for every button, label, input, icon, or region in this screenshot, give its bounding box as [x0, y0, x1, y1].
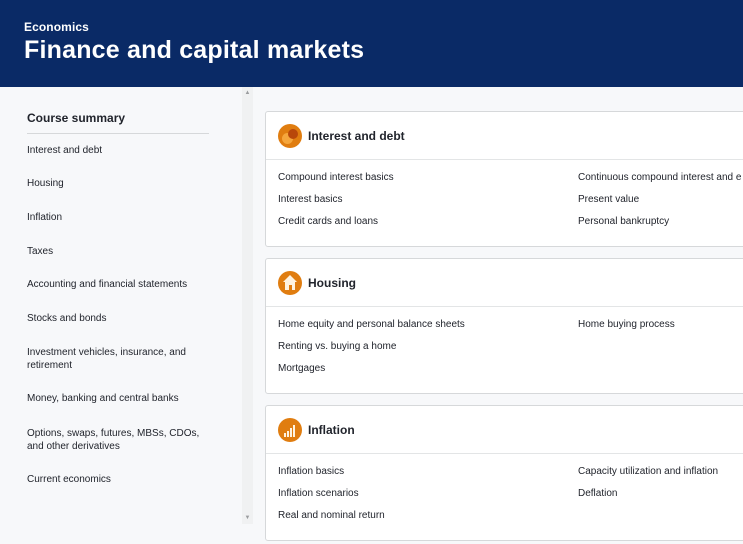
- sidebar-item-inflation[interactable]: Inflation: [27, 211, 217, 224]
- main-content: Interest and debt Compound interest basi…: [253, 87, 743, 544]
- unit-card-inflation: Inflation Inflation basics Inflation sce…: [265, 405, 743, 541]
- lesson-link[interactable]: Deflation: [578, 488, 617, 499]
- lesson-link[interactable]: Present value: [578, 194, 639, 205]
- house-icon: [278, 271, 302, 295]
- unit-title[interactable]: Interest and debt: [308, 129, 405, 143]
- subject-breadcrumb[interactable]: Economics: [24, 20, 719, 34]
- scroll-down-icon[interactable]: ▼: [242, 515, 253, 521]
- lesson-link[interactable]: Real and nominal return: [278, 510, 385, 521]
- sidebar-item-taxes[interactable]: Taxes: [27, 245, 217, 258]
- unit-divider: [266, 306, 743, 307]
- unit-card-housing: Housing Home equity and personal balance…: [265, 258, 743, 394]
- chart-icon: [278, 418, 302, 442]
- lesson-link[interactable]: Home equity and personal balance sheets: [278, 319, 465, 330]
- lesson-link[interactable]: Continuous compound interest and e: [578, 172, 741, 183]
- sidebar-item-money-banking[interactable]: Money, banking and central banks: [27, 392, 217, 405]
- unit-card-interest-and-debt: Interest and debt Compound interest basi…: [265, 111, 743, 247]
- scroll-up-icon[interactable]: ▲: [242, 90, 253, 96]
- unit-header: Housing: [278, 271, 356, 295]
- lesson-link[interactable]: Renting vs. buying a home: [278, 341, 396, 352]
- lesson-link[interactable]: Inflation basics: [278, 466, 344, 477]
- lesson-link[interactable]: Personal bankruptcy: [578, 216, 669, 227]
- sidebar-scrollbar[interactable]: ▲ ▼: [242, 87, 253, 524]
- unit-title[interactable]: Inflation: [308, 423, 355, 437]
- unit-header: Inflation: [278, 418, 355, 442]
- sidebar-item-current-economics[interactable]: Current economics: [27, 473, 217, 486]
- sidebar-item-stocks-and-bonds[interactable]: Stocks and bonds: [27, 312, 217, 325]
- sidebar-item-interest-and-debt[interactable]: Interest and debt: [27, 144, 217, 157]
- unit-title[interactable]: Housing: [308, 276, 356, 290]
- coins-icon: [278, 124, 302, 148]
- page-header: Economics Finance and capital markets: [0, 0, 743, 87]
- lesson-link[interactable]: Interest basics: [278, 194, 342, 205]
- lesson-link[interactable]: Inflation scenarios: [278, 488, 359, 499]
- unit-divider: [266, 453, 743, 454]
- course-sidebar: Course summary Interest and debt Housing…: [0, 87, 242, 544]
- lesson-link[interactable]: Credit cards and loans: [278, 216, 378, 227]
- sidebar-item-accounting[interactable]: Accounting and financial statements: [27, 278, 217, 291]
- page-title: Finance and capital markets: [24, 36, 365, 64]
- sidebar-divider: [27, 133, 209, 134]
- sidebar-item-housing[interactable]: Housing: [27, 177, 217, 190]
- lesson-link[interactable]: Compound interest basics: [278, 172, 394, 183]
- lesson-link[interactable]: Capacity utilization and inflation: [578, 466, 718, 477]
- lesson-link[interactable]: Mortgages: [278, 363, 325, 374]
- sidebar-item-derivatives[interactable]: Options, swaps, futures, MBSs, CDOs, and…: [27, 427, 217, 453]
- sidebar-item-investment-vehicles[interactable]: Investment vehicles, insurance, and reti…: [27, 346, 217, 372]
- unit-header: Interest and debt: [278, 124, 405, 148]
- unit-divider: [266, 159, 743, 160]
- course-summary-heading[interactable]: Course summary: [27, 111, 125, 125]
- lesson-link[interactable]: Home buying process: [578, 319, 675, 330]
